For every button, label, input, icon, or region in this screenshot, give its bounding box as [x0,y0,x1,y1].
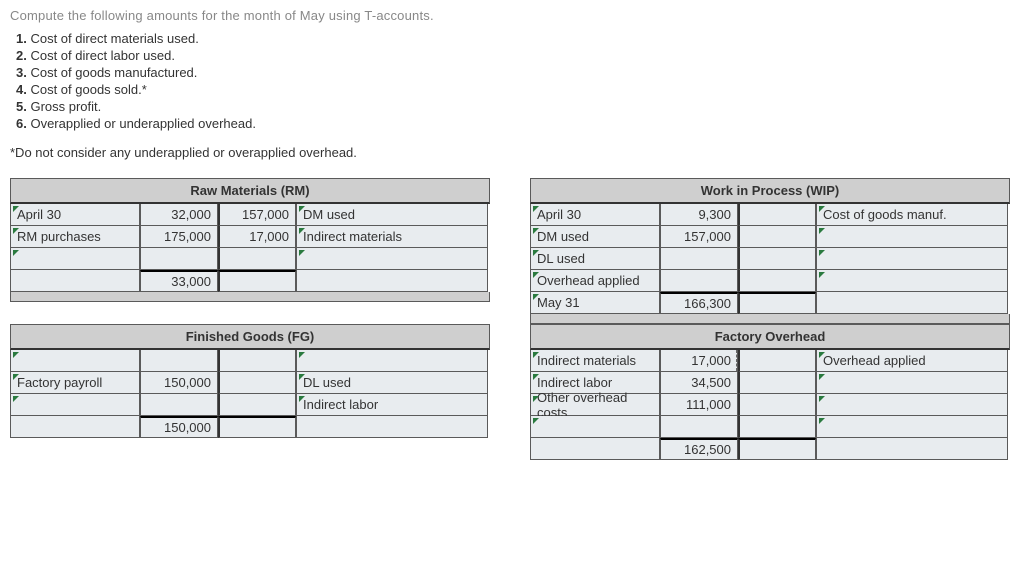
oh-debit-input[interactable]: 17,000 [660,350,738,372]
wip-row-desc[interactable] [816,270,1008,292]
rm-total-credit [218,270,296,292]
rm-credit-input[interactable]: 17,000 [218,226,296,248]
rm-row-desc[interactable]: Indirect materials [296,226,488,248]
t-account-overhead: Factory Overhead Indirect materials 17,0… [530,324,1010,460]
fg-total-label [10,416,140,438]
wip-row-label[interactable]: April 30 [530,204,660,226]
fg-credit-input[interactable] [218,394,296,416]
fg-row-desc[interactable] [296,350,488,372]
fg-credit-input[interactable] [218,372,296,394]
separator [10,292,490,302]
wip-title: Work in Process (WIP) [530,178,1010,204]
separator [530,314,1010,324]
oh-row-desc[interactable] [816,416,1008,438]
wip-row-desc[interactable]: Cost of goods manuf. [816,204,1008,226]
oh-credit-input[interactable] [738,372,816,394]
wip-credit-input[interactable] [738,226,816,248]
fg-debit-input[interactable] [140,394,218,416]
wip-debit-input[interactable] [660,270,738,292]
oh-row-desc[interactable]: Overhead applied [816,350,1008,372]
fg-title: Finished Goods (FG) [10,324,490,350]
rm-debit-input[interactable]: 175,000 [140,226,218,248]
wip-credit-input[interactable] [738,270,816,292]
rm-credit-input[interactable]: 157,000 [218,204,296,226]
wip-debit-input[interactable]: 157,000 [660,226,738,248]
list-item: Gross profit. [30,99,101,114]
rm-row-desc[interactable] [296,248,488,270]
wip-credit-input[interactable] [738,204,816,226]
fg-total-desc [296,416,488,438]
rm-debit-input[interactable]: 32,000 [140,204,218,226]
wip-total-desc [816,292,1008,314]
t-account-fg: Finished Goods (FG) Factory payroll 150,… [10,324,490,460]
fg-debit-input[interactable]: 150,000 [140,372,218,394]
oh-credit-input[interactable] [738,350,816,372]
footnote: *Do not consider any underapplied or ove… [10,145,1014,160]
wip-row-label[interactable]: May 31 [530,292,660,314]
fg-credit-input[interactable] [218,350,296,372]
wip-row-label[interactable]: Overhead applied [530,270,660,292]
wip-row-label[interactable]: DM used [530,226,660,248]
oh-credit-input[interactable] [738,394,816,416]
oh-row-label[interactable]: Indirect materials [530,350,660,372]
fg-debit-input[interactable] [140,350,218,372]
oh-total-debit: 162,500 [660,438,738,460]
fg-row-label[interactable] [10,394,140,416]
rm-debit-input[interactable] [140,248,218,270]
list-item: Overapplied or underapplied overhead. [30,116,256,131]
question-list: 1. Cost of direct materials used. 2. Cos… [16,31,1014,131]
rm-row-label[interactable]: April 30 [10,204,140,226]
fg-total-debit: 150,000 [140,416,218,438]
rm-total-label [10,270,140,292]
wip-total-debit: 166,300 [660,292,738,314]
fg-row-label[interactable]: Factory payroll [10,372,140,394]
oh-row-label[interactable]: Other overhead costs [530,394,660,416]
fg-total-credit [218,416,296,438]
wip-debit-input[interactable]: 9,300 [660,204,738,226]
oh-debit-input[interactable]: 111,000 [660,394,738,416]
fg-row-label[interactable] [10,350,140,372]
oh-row-desc[interactable] [816,372,1008,394]
list-item: Cost of goods manufactured. [30,65,197,80]
wip-debit-input[interactable] [660,248,738,270]
oh-row-label[interactable] [530,416,660,438]
wip-row-desc[interactable] [816,248,1008,270]
rm-row-label[interactable]: RM purchases [10,226,140,248]
rm-total-debit: 33,000 [140,270,218,292]
wip-total-credit [738,292,816,314]
rm-row-label[interactable] [10,248,140,270]
oh-total-desc [816,438,1008,460]
list-item: Cost of direct labor used. [30,48,175,63]
wip-row-label[interactable]: DL used [530,248,660,270]
t-account-wip: Work in Process (WIP) April 30 9,300 Cos… [530,178,1010,324]
t-account-rm: Raw Materials (RM) April 30 32,000 157,0… [10,178,490,324]
rm-credit-input[interactable] [218,248,296,270]
oh-credit-input[interactable] [738,416,816,438]
oh-title: Factory Overhead [530,324,1010,350]
list-item: Cost of goods sold.* [30,82,146,97]
rm-total-desc [296,270,488,292]
wip-row-desc[interactable] [816,226,1008,248]
oh-debit-input[interactable]: 34,500 [660,372,738,394]
oh-row-desc[interactable] [816,394,1008,416]
fg-row-desc[interactable]: Indirect labor [296,394,488,416]
oh-total-credit [738,438,816,460]
rm-title: Raw Materials (RM) [10,178,490,204]
fg-row-desc[interactable]: DL used [296,372,488,394]
oh-debit-input[interactable] [660,416,738,438]
oh-total-label [530,438,660,460]
t-accounts-grid: Raw Materials (RM) April 30 32,000 157,0… [10,178,1014,460]
wip-credit-input[interactable] [738,248,816,270]
rm-row-desc[interactable]: DM used [296,204,488,226]
instruction-text: Compute the following amounts for the mo… [10,8,1014,23]
list-item: Cost of direct materials used. [30,31,198,46]
